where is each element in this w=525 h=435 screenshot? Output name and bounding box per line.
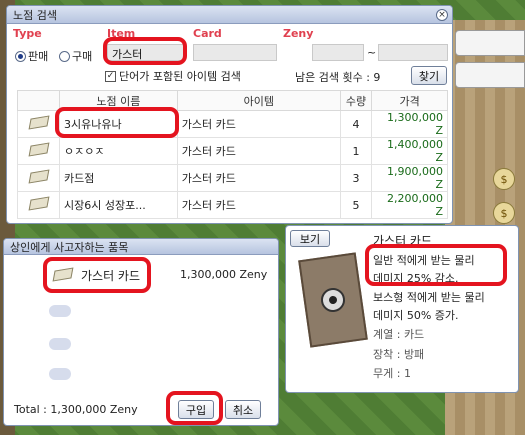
empty-slot (49, 368, 71, 380)
money-bag-icon[interactable]: $ (493, 202, 515, 224)
radio-sell-label: 판매 (28, 50, 49, 63)
qty-cell: 4 (339, 110, 373, 138)
card-icon (16, 137, 61, 165)
card-icon (52, 267, 74, 282)
purchase-window-title-bar[interactable]: 상인에게 사고자하는 품목 (4, 239, 278, 255)
price-cell: 1,400,000 Z (371, 137, 448, 165)
table-row[interactable]: 시장6시 성장포... 가스터 카드 5 2,200,000 Z (16, 191, 448, 219)
card-label: Card (193, 27, 222, 40)
item-info-window: 보기 가스터 카드 일반 적에게 받는 물리 데미지 25% 감소. 보스형 적… (285, 225, 519, 393)
info-line: 일반 적에게 받는 물리 (373, 254, 475, 267)
card-search-input[interactable] (193, 44, 277, 61)
info-line: 계열 : 카드 (373, 328, 425, 341)
item-search-input[interactable]: 가스터 (107, 44, 185, 61)
side-panel-button[interactable] (455, 62, 525, 88)
find-button[interactable]: 찾기 (411, 66, 447, 85)
checkbox-box: ✓ (105, 70, 116, 82)
item-name-cell: 가스터 카드 (176, 164, 341, 192)
table-row[interactable]: 3시유나유나 가스터 카드 4 1,300,000 Z (16, 110, 448, 138)
card-icon (16, 110, 61, 138)
shop-name-cell: 3시유나유나 (59, 110, 178, 138)
info-line: 데미지 25% 감소. (373, 272, 459, 285)
side-panel-button[interactable] (455, 30, 525, 56)
table-row[interactable]: 카드점 가스터 카드 3 1,900,000 Z (16, 164, 448, 192)
cancel-button[interactable]: 취소 (225, 400, 261, 419)
shop-name-cell: 시장6시 성장포... (59, 191, 178, 219)
price-cell: 1,300,000 Z (371, 110, 448, 138)
purchase-item-price: 1,300,000 Zeny (180, 268, 268, 281)
search-window-title-bar[interactable]: 노점 검색 × (7, 6, 452, 24)
card-illustration (298, 252, 368, 348)
item-name-cell: 가스터 카드 (176, 110, 341, 138)
info-line: 무게 : 1 (373, 367, 411, 380)
radio-buy-label: 구매 (72, 50, 93, 63)
search-window-title: 노점 검색 (13, 8, 57, 22)
purchase-total: Total : 1,300,000 Zeny (14, 403, 138, 416)
view-button[interactable]: 보기 (290, 230, 330, 247)
radio-sell-dot (15, 50, 26, 62)
remaining-search-count: 남은 검색 횟수 : 9 (295, 71, 381, 84)
results-table: 노점 이름 아이템 수량 가격 3시유나유나 가스터 카드 4 1,300,00… (16, 90, 448, 219)
empty-slot (49, 338, 71, 350)
item-name-cell: 가스터 카드 (176, 191, 341, 219)
icon-column-header (16, 90, 61, 111)
zeny-min-input[interactable] (312, 44, 364, 61)
card-icon (16, 191, 61, 219)
radio-sell[interactable]: 판매 (15, 48, 48, 64)
results-header-row: 노점 이름 아이템 수량 가격 (16, 90, 448, 111)
shop-name-cell: 카드점 (59, 164, 178, 192)
close-icon[interactable]: × (436, 9, 448, 21)
info-line: 데미지 50% 증가. (373, 309, 459, 322)
card-icon (16, 164, 61, 192)
item-name-cell: 가스터 카드 (176, 137, 341, 165)
contains-word-label: 단어가 포함된 아이템 검색 (119, 70, 241, 83)
item-info-title: 가스터 카드 (373, 234, 433, 248)
purchase-item-name[interactable]: 가스터 카드 (81, 267, 140, 284)
table-row[interactable]: ㅇㅈㅇㅈ 가스터 카드 1 1,400,000 Z (16, 137, 448, 165)
column-header-price[interactable]: 가격 (371, 90, 448, 111)
shop-name-cell: ㅇㅈㅇㅈ (59, 137, 178, 165)
radio-buy[interactable]: 구매 (59, 48, 92, 64)
radio-buy-dot (59, 50, 70, 62)
item-label: Item (107, 27, 136, 40)
qty-cell: 5 (339, 191, 373, 219)
buy-button[interactable]: 구입 (178, 400, 214, 419)
column-header-shop[interactable]: 노점 이름 (59, 90, 178, 111)
info-line: 보스형 적에게 받는 물리 (373, 291, 485, 304)
qty-cell: 3 (339, 164, 373, 192)
contains-word-checkbox[interactable]: ✓ 단어가 포함된 아이템 검색 (105, 68, 241, 84)
column-header-item[interactable]: 아이템 (176, 90, 341, 111)
type-label: Type (13, 27, 42, 40)
purchase-window: 상인에게 사고자하는 품목 가스터 카드 1,300,000 Zeny Tota… (3, 238, 279, 426)
column-header-qty[interactable]: 수량 (339, 90, 373, 111)
money-bag-icon[interactable]: $ (493, 168, 515, 190)
price-cell: 2,200,000 Z (371, 191, 448, 219)
empty-slot (49, 305, 71, 317)
zeny-range-separator: ~ (367, 46, 377, 59)
zeny-max-input[interactable] (378, 44, 448, 61)
purchase-window-title: 상인에게 사고자하는 품목 (10, 240, 129, 254)
qty-cell: 1 (339, 137, 373, 165)
vending-search-window: 노점 검색 × Type Item Card Zeny 판매 구매 가스터 ~ … (6, 5, 453, 224)
price-cell: 1,900,000 Z (371, 164, 448, 192)
zeny-label: Zeny (283, 27, 314, 40)
info-line: 장착 : 방패 (373, 348, 425, 361)
